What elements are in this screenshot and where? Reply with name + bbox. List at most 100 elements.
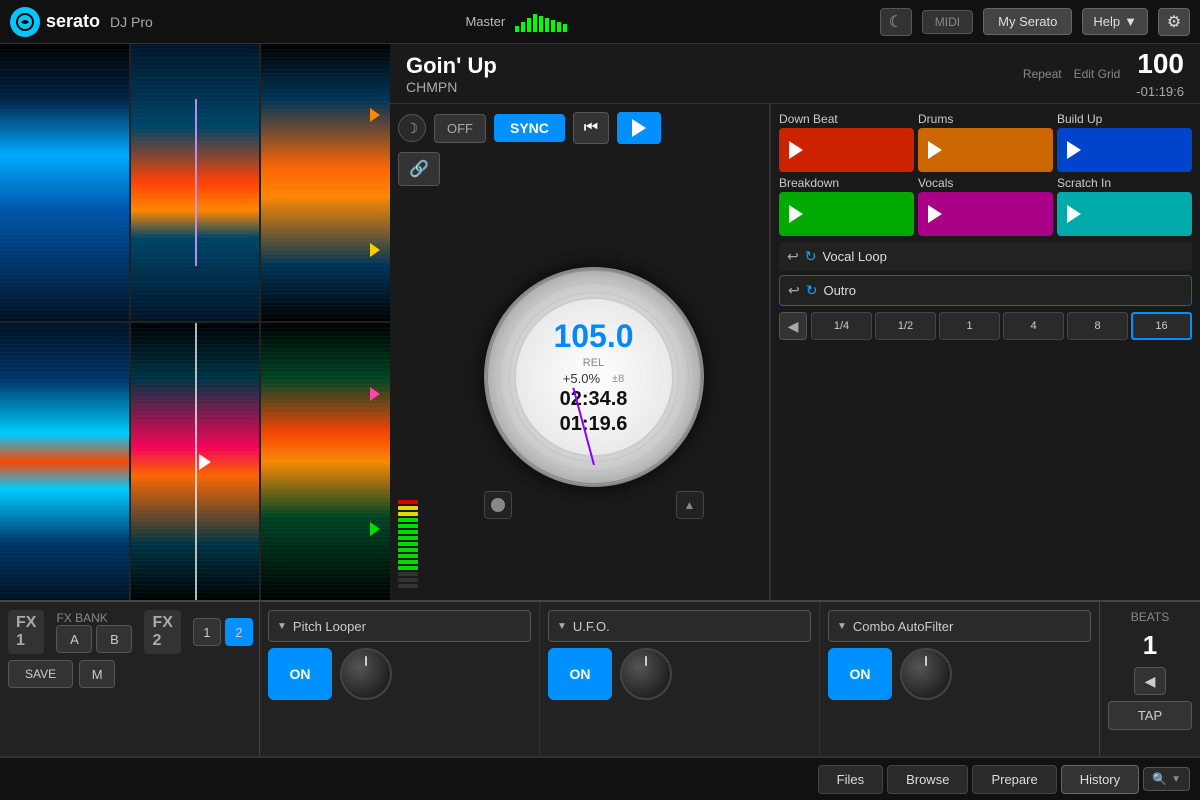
waveform-cell-4[interactable]: [0, 323, 129, 600]
track-info-bar: Goin' Up CHMPN Repeat Edit Grid 100 -01:…: [390, 44, 1200, 104]
cue-pads-grid: Down Beat Drums Build Up: [779, 112, 1192, 236]
waveform-cell-5[interactable]: [131, 323, 260, 600]
fx-bank-a-button[interactable]: A: [56, 625, 92, 653]
waveform-cell-2[interactable]: [131, 44, 260, 321]
repeat-button[interactable]: Repeat: [1023, 67, 1062, 81]
midi-button[interactable]: MIDI: [922, 10, 973, 34]
fx-num-1-button[interactable]: 1: [193, 618, 221, 646]
cue-pad-breakdown-button[interactable]: [779, 192, 914, 236]
history-button[interactable]: History: [1061, 765, 1139, 794]
fx-save-button[interactable]: SAVE: [8, 660, 73, 688]
settings-button[interactable]: ⚙: [1158, 8, 1190, 36]
loop-cell-1[interactable]: 1: [939, 312, 1000, 340]
fx-num-2-button[interactable]: 2: [225, 618, 253, 646]
cue-pad-scratch-in-button[interactable]: [1057, 192, 1192, 236]
moon-button[interactable]: ☾: [880, 8, 912, 36]
key-lock-button[interactable]: 🔗: [398, 152, 440, 186]
beats-nav: ◀: [1108, 667, 1192, 695]
play-icon: [632, 119, 646, 137]
fx-dropdown-arrow-3: ▼: [837, 621, 847, 632]
search-icon: 🔍: [1152, 772, 1167, 786]
prepare-button[interactable]: Prepare: [972, 765, 1056, 794]
cue-pads-section: Down Beat Drums Build Up: [770, 104, 1200, 600]
level-bar-green5: [398, 542, 418, 546]
track-bpm: 100: [1137, 48, 1184, 80]
waveform-section: [0, 44, 390, 600]
loop-cell-8[interactable]: 8: [1067, 312, 1128, 340]
fx-unit-2-on-button[interactable]: ON: [548, 648, 612, 700]
loop-nav-left[interactable]: ◀: [779, 312, 807, 340]
fx-unit-2-name: U.F.O.: [573, 619, 610, 634]
play-button[interactable]: [617, 112, 661, 144]
loop-cell-1-4[interactable]: 1/4: [811, 312, 872, 340]
platter-eject-icon[interactable]: ▲: [676, 491, 704, 519]
platter-icons: ▲: [484, 491, 704, 519]
waveform-cell-3[interactable]: [261, 44, 390, 321]
waveform-cell-1[interactable]: [0, 44, 129, 321]
fx-unit-1: ▼ Pitch Looper ON: [260, 602, 540, 760]
fx-unit-1-knob[interactable]: [340, 648, 392, 700]
fx-m-button[interactable]: M: [79, 660, 115, 688]
cue-pad-build-up-button[interactable]: [1057, 128, 1192, 172]
platter[interactable]: 105.0 REL +5.0% ±8 02:34.8 01:19.6: [484, 267, 704, 487]
cue-pad-drums-button[interactable]: [918, 128, 1053, 172]
loop-cell-4[interactable]: 4: [1003, 312, 1064, 340]
beats-value: 1: [1108, 630, 1192, 661]
edit-grid-button[interactable]: Edit Grid: [1074, 67, 1121, 81]
fx-dropdown-arrow-2: ▼: [557, 621, 567, 632]
fx-unit-1-dropdown[interactable]: ▼ Pitch Looper: [268, 610, 531, 642]
files-button[interactable]: Files: [818, 765, 883, 794]
level-bar-empty3: [398, 584, 418, 588]
fx-bank-b-button[interactable]: B: [96, 625, 132, 653]
tap-button[interactable]: TAP: [1108, 701, 1192, 730]
cue-pad-drums-arrow: [928, 141, 942, 159]
browse-button[interactable]: Browse: [887, 765, 968, 794]
platter-vinyl-icon[interactable]: [484, 491, 512, 519]
sync-button[interactable]: SYNC: [494, 114, 565, 142]
fx-left: FX1 FX BANK A B FX2 1 2 SAVE M: [0, 602, 260, 760]
loop-cell-16[interactable]: 16: [1131, 312, 1192, 340]
cue-marker-pink: [370, 387, 380, 401]
right-section: Goin' Up CHMPN Repeat Edit Grid 100 -01:…: [390, 44, 1200, 600]
cue-button[interactable]: ⏮: [573, 112, 609, 144]
fx-unit-3-dropdown[interactable]: ▼ Combo AutoFilter: [828, 610, 1091, 642]
fx2-label: FX2: [144, 610, 180, 654]
meter-bar-6: [545, 18, 549, 32]
level-bar-green7: [398, 554, 418, 558]
meter-bar-2: [521, 22, 525, 32]
fx-unit-1-name: Pitch Looper: [293, 619, 366, 634]
cue-marker-green: [370, 522, 380, 536]
fx-unit-1-on-button[interactable]: ON: [268, 648, 332, 700]
cue-pad-down-beat-button[interactable]: [779, 128, 914, 172]
controls-area: ☽ OFF SYNC ⏮ 🔗: [390, 104, 1200, 600]
help-arrow-icon: ▼: [1124, 14, 1137, 29]
named-cue-outro[interactable]: ↩ ↻ Outro: [779, 275, 1192, 306]
named-cue-vocal-loop[interactable]: ↩ ↻ Vocal Loop: [779, 242, 1192, 271]
cue-pad-vocals-button[interactable]: [918, 192, 1053, 236]
fx-unit-2-knob[interactable]: [620, 648, 672, 700]
pitch-lock-icon: ☽: [398, 114, 426, 142]
cue-pad-breakdown-arrow: [789, 205, 803, 223]
meter-bar-8: [557, 22, 561, 32]
master-label: Master: [465, 14, 505, 29]
named-cues: ↩ ↻ Vocal Loop ↩ ↻ Outro: [779, 242, 1192, 306]
beats-nav-left[interactable]: ◀: [1134, 667, 1166, 695]
my-serato-button[interactable]: My Serato: [983, 8, 1072, 35]
vinyl-ring-3: [509, 292, 679, 462]
fx-unit-2-dropdown[interactable]: ▼ U.F.O.: [548, 610, 811, 642]
named-cue-icon-1: ↩: [787, 248, 799, 265]
platter-area: 105.0 REL +5.0% ±8 02:34.8 01:19.6: [398, 194, 761, 592]
fx-unit-3-on-button[interactable]: ON: [828, 648, 892, 700]
fx-unit-3-header: ▼ Combo AutoFilter: [828, 610, 1091, 642]
fx-unit-3-knob[interactable]: [900, 648, 952, 700]
help-button[interactable]: Help ▼: [1082, 8, 1148, 35]
dj-pro-text: DJ Pro: [110, 14, 153, 30]
cue-pad-vocals-label: Vocals: [918, 176, 1053, 190]
loop-cell-1-2[interactable]: 1/2: [875, 312, 936, 340]
cue-pad-drums-label: Drums: [918, 112, 1053, 126]
platter-container: 105.0 REL +5.0% ±8 02:34.8 01:19.6: [426, 194, 761, 592]
off-button[interactable]: OFF: [434, 114, 486, 143]
waveform-cell-6[interactable]: [261, 323, 390, 600]
track-actions: Repeat Edit Grid: [1023, 67, 1120, 81]
named-cue-vocal-loop-label: Vocal Loop: [822, 249, 1184, 264]
